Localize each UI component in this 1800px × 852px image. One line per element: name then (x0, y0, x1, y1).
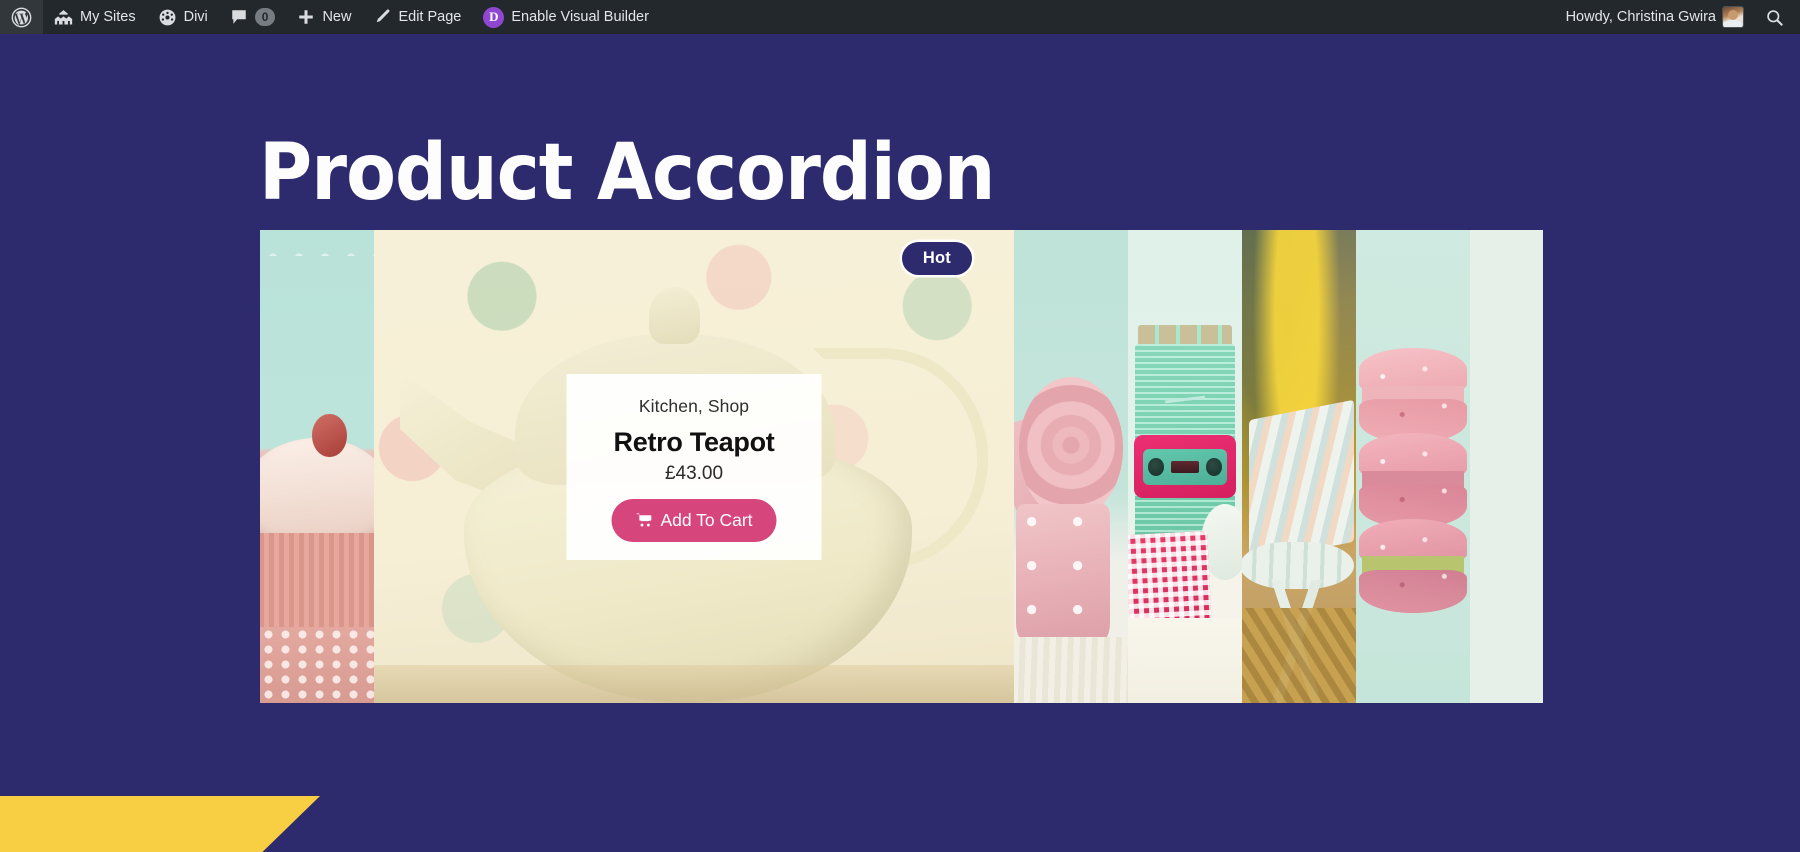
chair-seat (1248, 399, 1354, 562)
macaron-bottom (1359, 518, 1467, 614)
add-to-cart-button[interactable]: Add To Cart (611, 498, 777, 542)
macaron-top (1359, 348, 1467, 443)
rose-floor (1014, 636, 1128, 703)
cupcake-cherry (312, 414, 347, 458)
radio-knob-right (1205, 458, 1222, 476)
cupcake-image (260, 230, 374, 703)
admin-bar-label-divi: Divi (183, 8, 208, 25)
radio-image (1128, 230, 1242, 703)
comment-count-badge: 0 (254, 7, 276, 27)
macaron-middle (1359, 433, 1467, 528)
admin-bar-search-button[interactable] (1754, 0, 1800, 34)
chair-ground (1242, 608, 1356, 703)
avatar (1723, 7, 1743, 27)
radio-screen (1143, 448, 1227, 485)
comment-bubble-icon (230, 8, 248, 26)
macaron-image (1356, 230, 1470, 703)
teapot-table-surface (374, 665, 1014, 703)
admin-bar-item-edit-page[interactable]: Edit Page (362, 0, 472, 34)
search-icon (1765, 8, 1784, 27)
rose-image (1014, 230, 1128, 703)
wordpress-logo-menu[interactable] (0, 0, 43, 34)
howdy-label: Howdy, Christina Gwira (1565, 8, 1716, 25)
admin-bar-item-comments[interactable]: 0 (219, 0, 287, 34)
product-price: £43.00 (664, 462, 724, 484)
accordion-panel-radio[interactable] (1128, 230, 1242, 703)
admin-bar-label-my-sites: My Sites (80, 8, 136, 25)
radio-knob-left (1148, 458, 1164, 476)
admin-bar-label-edit-page: Edit Page (398, 8, 462, 25)
yellow-accent-banner (0, 796, 320, 852)
product-accordion: Hot Kitchen, Shop Retro Teapot £43.00 Ad… (260, 230, 1543, 703)
radio-antenna (1164, 395, 1206, 404)
product-card: Kitchen, Shop Retro Teapot £43.00 Add To… (566, 373, 822, 560)
wp-admin-bar: My Sites Divi 0 New Edit Page D Enable V… (0, 0, 1800, 34)
cupcake-floor (260, 627, 374, 703)
accordion-panel-macaron[interactable] (1356, 230, 1470, 703)
radio-paper (1128, 617, 1242, 703)
admin-bar-item-new[interactable]: New (286, 0, 362, 34)
product-category: Kitchen, Shop (638, 395, 750, 416)
accordion-panel-chair[interactable] (1242, 230, 1356, 703)
page-title: Product Accordion (259, 128, 995, 219)
admin-bar-label-new: New (322, 8, 352, 25)
admin-bar-label-enable-visual-builder: Enable Visual Builder (511, 8, 649, 25)
sites-icon (54, 9, 73, 26)
admin-bar-item-howdy[interactable]: Howdy, Christina Gwira (1555, 0, 1754, 34)
accordion-panel-cupcake[interactable] (260, 230, 374, 703)
chair-image (1242, 230, 1356, 703)
plus-icon (297, 8, 315, 26)
status-badge-hot: Hot (901, 242, 972, 275)
divi-dashboard-icon (158, 8, 177, 27)
add-to-cart-label: Add To Cart (660, 509, 753, 530)
admin-bar-item-enable-visual-builder[interactable]: D Enable Visual Builder (472, 0, 660, 34)
shopping-cart-icon (635, 512, 652, 528)
divi-d-badge-icon: D (483, 6, 505, 28)
admin-bar-item-divi[interactable]: Divi (147, 0, 219, 34)
admin-bar-item-my-sites[interactable]: My Sites (43, 0, 147, 34)
radio-tuner-window (1170, 461, 1200, 473)
wordpress-icon (11, 7, 32, 28)
accordion-panel-rose[interactable] (1014, 230, 1128, 703)
product-title: Retro Teapot (613, 426, 775, 457)
pencil-icon (373, 8, 391, 26)
rose-flower (1018, 376, 1124, 519)
page-body: Product Accordion Hot Kitchen, Shop Retr… (0, 34, 1800, 852)
teapot-knob (649, 286, 701, 344)
radio-dial-panel (1133, 435, 1237, 498)
accordion-panel-teapot[interactable]: Hot Kitchen, Shop Retro Teapot £43.00 Ad… (374, 230, 1014, 703)
rose-pot (1016, 504, 1110, 647)
